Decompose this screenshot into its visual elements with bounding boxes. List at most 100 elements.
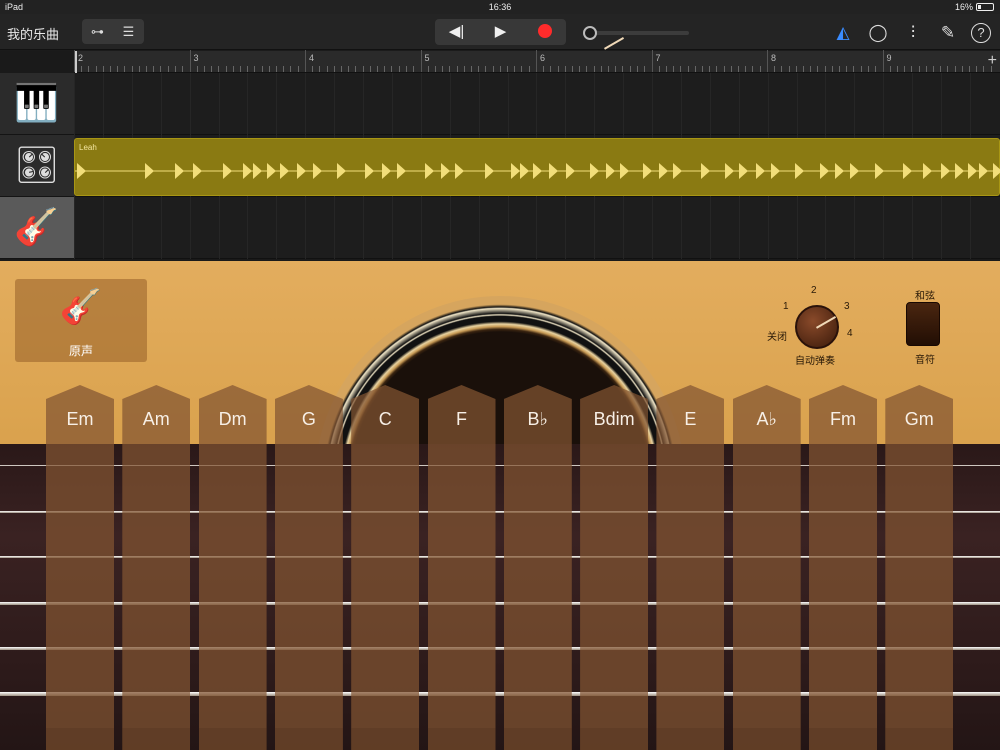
chord-strip-7[interactable]: Bdim xyxy=(580,385,649,750)
grid-line xyxy=(825,197,827,259)
loop-icon[interactable]: ◯ xyxy=(867,22,889,44)
battery-icon xyxy=(976,3,994,11)
autoplay-off[interactable]: 关闭 xyxy=(767,328,787,343)
chord-strip-1[interactable]: Am xyxy=(122,385,191,750)
playhead[interactable] xyxy=(75,51,77,73)
ruler-tick xyxy=(824,66,826,72)
my-songs-button[interactable]: 我的乐曲 xyxy=(7,24,59,43)
record-button[interactable] xyxy=(523,19,566,45)
chord-strip-4[interactable]: C xyxy=(351,385,420,750)
transport-controls: ◀| ▶ xyxy=(435,19,566,45)
ruler-tick xyxy=(730,66,732,72)
waveform-hit xyxy=(941,163,950,179)
chord-strip-2[interactable]: Dm xyxy=(198,385,267,750)
rewind-icon[interactable]: ◀| xyxy=(435,19,478,45)
chord-strip-11[interactable]: Gm xyxy=(885,385,954,750)
ruler-tick xyxy=(146,66,147,72)
grid-line xyxy=(680,197,682,259)
ruler-tick xyxy=(600,66,602,72)
ruler-tick xyxy=(759,66,761,72)
ruler-tick xyxy=(579,66,581,72)
chord-label: Bdim xyxy=(593,409,635,429)
add-section-button[interactable]: + xyxy=(988,52,997,70)
ruler-tick xyxy=(644,66,645,72)
track-header-drum-machine[interactable]: 🎛 xyxy=(0,135,74,197)
chord-strip-0[interactable]: Em xyxy=(46,385,114,750)
waveform-hit xyxy=(606,163,615,179)
waveform-hit xyxy=(643,163,652,179)
chord-label: Gm xyxy=(904,409,934,429)
ruler-tick xyxy=(904,66,906,72)
chord-strip-3[interactable]: G xyxy=(274,385,343,750)
play-icon[interactable]: ▶ xyxy=(479,19,522,45)
chord-label: A♭ xyxy=(756,409,777,429)
bar-line xyxy=(189,50,191,72)
grid-line xyxy=(131,73,133,135)
chord-strip-8[interactable]: E xyxy=(656,385,725,750)
chord-strip-10[interactable]: Fm xyxy=(809,385,877,750)
chord-strip-6[interactable]: B♭ xyxy=(503,385,572,750)
ruler-tick xyxy=(896,66,898,72)
waveform-hit xyxy=(590,163,599,179)
waveform-hit xyxy=(756,163,765,179)
chord-label: F xyxy=(456,409,467,429)
master-volume-slider[interactable] xyxy=(583,26,689,40)
autoplay-knob[interactable] xyxy=(795,305,839,349)
lane-guitar[interactable] xyxy=(74,197,1000,259)
autoplay-level-4[interactable]: 4 xyxy=(847,328,853,339)
ruler-tick xyxy=(275,66,277,72)
ruler-tick xyxy=(124,66,126,72)
mode-switch[interactable] xyxy=(906,302,940,346)
waveform-hit xyxy=(659,163,668,179)
autoplay-level-2[interactable]: 2 xyxy=(811,285,817,296)
grid-line xyxy=(160,73,162,135)
ruler-tick xyxy=(889,66,891,72)
autoplay-level-1[interactable]: 1 xyxy=(783,301,789,312)
chord-label: G xyxy=(301,409,316,429)
list-view-icon[interactable]: ☰ xyxy=(113,19,144,44)
ruler-tick xyxy=(405,66,407,72)
metronome-icon[interactable]: ◭ xyxy=(832,22,854,44)
ruler-tick xyxy=(391,66,393,72)
lane-piano[interactable] xyxy=(74,73,1000,135)
ruler-tick xyxy=(694,66,696,72)
chord-strip-bottom xyxy=(656,728,725,750)
ruler-tick xyxy=(968,66,970,72)
chords-notes-toggle[interactable]: 和弦 音符 xyxy=(895,283,955,368)
track-header-piano[interactable]: 🎹 xyxy=(0,73,74,135)
ruler-tick xyxy=(218,66,220,72)
volume-knob[interactable] xyxy=(583,26,597,40)
help-icon[interactable]: ? xyxy=(971,23,991,43)
autoplay-level-3[interactable]: 3 xyxy=(844,301,850,312)
lane-drum-machine[interactable]: Leah xyxy=(74,135,1000,197)
grid-line xyxy=(796,73,798,135)
chord-strip-bottom xyxy=(580,728,649,750)
audio-region[interactable]: Leah xyxy=(74,138,1000,196)
bar-number: 2 xyxy=(78,53,84,63)
instrument-selector-button[interactable]: 🎸 原声 xyxy=(15,279,147,362)
track-headers: 🎹 🎛 🎸 xyxy=(0,73,74,261)
ruler-tick xyxy=(167,66,169,72)
waveform-hit xyxy=(673,163,682,179)
wrench-icon[interactable]: ✎ xyxy=(937,22,959,44)
ruler-tick xyxy=(232,66,234,72)
grid-line xyxy=(883,197,885,259)
waveform-hit xyxy=(701,163,710,179)
mixer-icon[interactable]: ⫶ xyxy=(902,22,924,44)
ruler-tick xyxy=(182,66,183,72)
grid-line xyxy=(883,73,885,135)
track-header-guitar[interactable]: 🎸 xyxy=(0,197,74,259)
grid-line xyxy=(478,197,480,259)
ruler-tick xyxy=(485,66,487,72)
waveform-hit xyxy=(455,163,464,179)
chord-strip-9[interactable]: A♭ xyxy=(732,385,801,750)
ruler-tick xyxy=(665,66,667,72)
tracks-view-icon[interactable]: ⊶ xyxy=(82,19,113,44)
ruler-tick xyxy=(860,66,862,72)
timeline-ruler[interactable]: + 2 3 4 5 6 7 8 9 xyxy=(74,50,1000,73)
chord-strip-5[interactable]: F xyxy=(427,385,496,750)
ruler-tick xyxy=(593,66,595,72)
grid-line xyxy=(912,73,914,135)
ruler-tick xyxy=(608,66,609,72)
ruler-tick xyxy=(543,66,545,72)
